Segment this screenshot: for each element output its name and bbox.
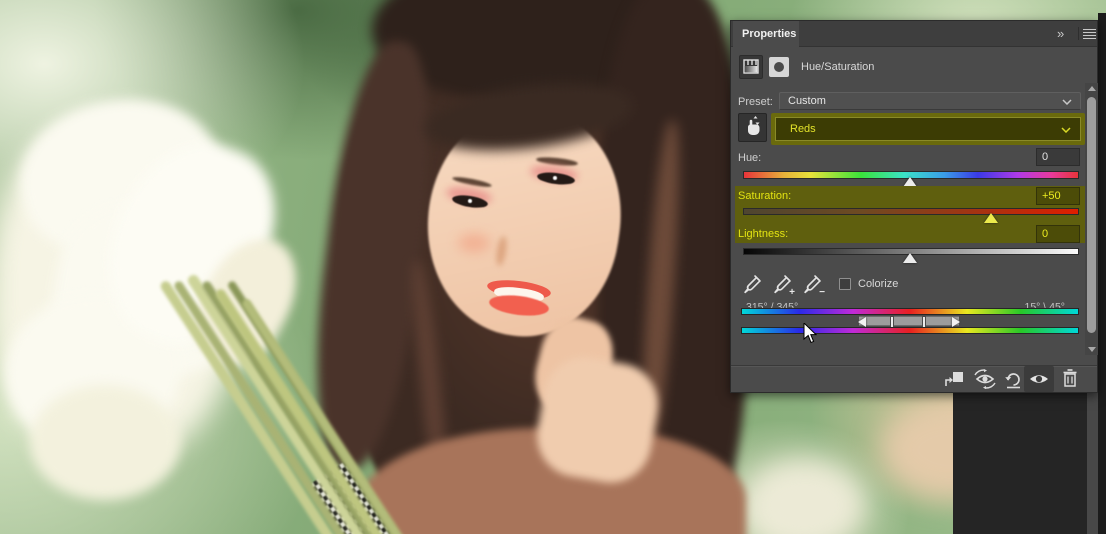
scrollbar-thumb[interactable]	[1087, 97, 1096, 333]
visibility-toggle-button[interactable]	[1024, 366, 1054, 392]
clip-to-layer-button[interactable]	[943, 369, 965, 389]
chevron-down-icon	[1061, 127, 1071, 133]
lightness-value-field[interactable]: 0	[1036, 225, 1080, 243]
saturation-slider-thumb[interactable]	[984, 213, 998, 223]
layer-mask-icon[interactable]	[769, 57, 789, 77]
clip-to-layer-icon	[945, 372, 963, 386]
preset-value: Custom	[788, 95, 826, 107]
adjustment-properties-icon[interactable]	[739, 55, 763, 79]
saturation-label: Saturation:	[738, 190, 792, 202]
panel-menu-icon[interactable]	[1083, 29, 1096, 39]
photo-eye-glint	[553, 176, 557, 180]
delete-adjustment-button[interactable]	[1061, 368, 1083, 388]
lightness-slider-thumb[interactable]	[903, 253, 917, 263]
hue-ramp-bottom	[741, 327, 1079, 334]
targeted-adjustment-tool-button[interactable]	[738, 113, 767, 142]
collapse-panel-icon[interactable]: »	[1057, 26, 1075, 42]
trash-icon	[1063, 369, 1077, 387]
preset-dropdown[interactable]: Custom	[779, 92, 1081, 110]
plus-sign: +	[789, 287, 795, 298]
scroll-up-icon[interactable]	[1088, 86, 1096, 91]
channel-value: Reds	[790, 123, 816, 135]
hue-label: Hue:	[738, 152, 762, 164]
range-falloff-left-handle[interactable]	[858, 317, 866, 327]
hue-ramp-top	[741, 308, 1079, 315]
mouse-cursor	[803, 323, 817, 344]
photo-lotus-petal	[30, 385, 180, 500]
minus-sign: −	[819, 287, 825, 298]
hue-value-field[interactable]: 0	[1036, 148, 1080, 166]
add-to-sample-eyedropper-button[interactable]: +	[771, 273, 795, 298]
properties-panel: Properties » Hue/Saturation Preset: Cust…	[730, 20, 1098, 393]
preset-label: Preset:	[738, 96, 773, 108]
eyedropper-icon	[744, 275, 761, 294]
chevron-down-icon	[1062, 99, 1072, 105]
scroll-down-icon[interactable]	[1088, 347, 1096, 352]
colorize-label: Colorize	[858, 278, 899, 290]
eyedropper-button[interactable]	[741, 273, 763, 295]
tab-properties[interactable]: Properties	[733, 21, 799, 47]
eye-icon	[1030, 375, 1048, 383]
colorize-checkbox[interactable]	[839, 278, 851, 290]
photo-eye-glint	[468, 199, 472, 203]
subtract-from-sample-eyedropper-button[interactable]: −	[801, 273, 825, 298]
hue-range-markers[interactable]	[858, 316, 960, 328]
panel-scrollbar[interactable]	[1085, 83, 1098, 355]
lightness-label: Lightness:	[738, 228, 789, 240]
range-falloff-right-handle[interactable]	[952, 317, 960, 327]
photoshop-workspace: Properties » Hue/Saturation Preset: Cust…	[0, 0, 1106, 534]
view-previous-state-button[interactable]	[973, 369, 996, 389]
channel-highlight-region: Reds	[771, 113, 1085, 145]
workspace-edge-strip	[1098, 13, 1106, 534]
panel-dock-background	[953, 391, 1106, 534]
eye-arrows-icon	[974, 369, 996, 389]
hand-pointer-icon	[748, 116, 760, 135]
adjustment-title: Hue/Saturation	[801, 61, 875, 73]
photo-cheek-blush	[458, 234, 490, 252]
saturation-value-field[interactable]: +50	[1036, 187, 1080, 205]
saturation-slider[interactable]	[743, 208, 1079, 215]
reset-arrow-icon	[1005, 373, 1020, 389]
reset-button[interactable]	[1003, 369, 1025, 389]
channel-dropdown[interactable]: Reds	[775, 117, 1081, 141]
header-divider	[1078, 27, 1079, 40]
